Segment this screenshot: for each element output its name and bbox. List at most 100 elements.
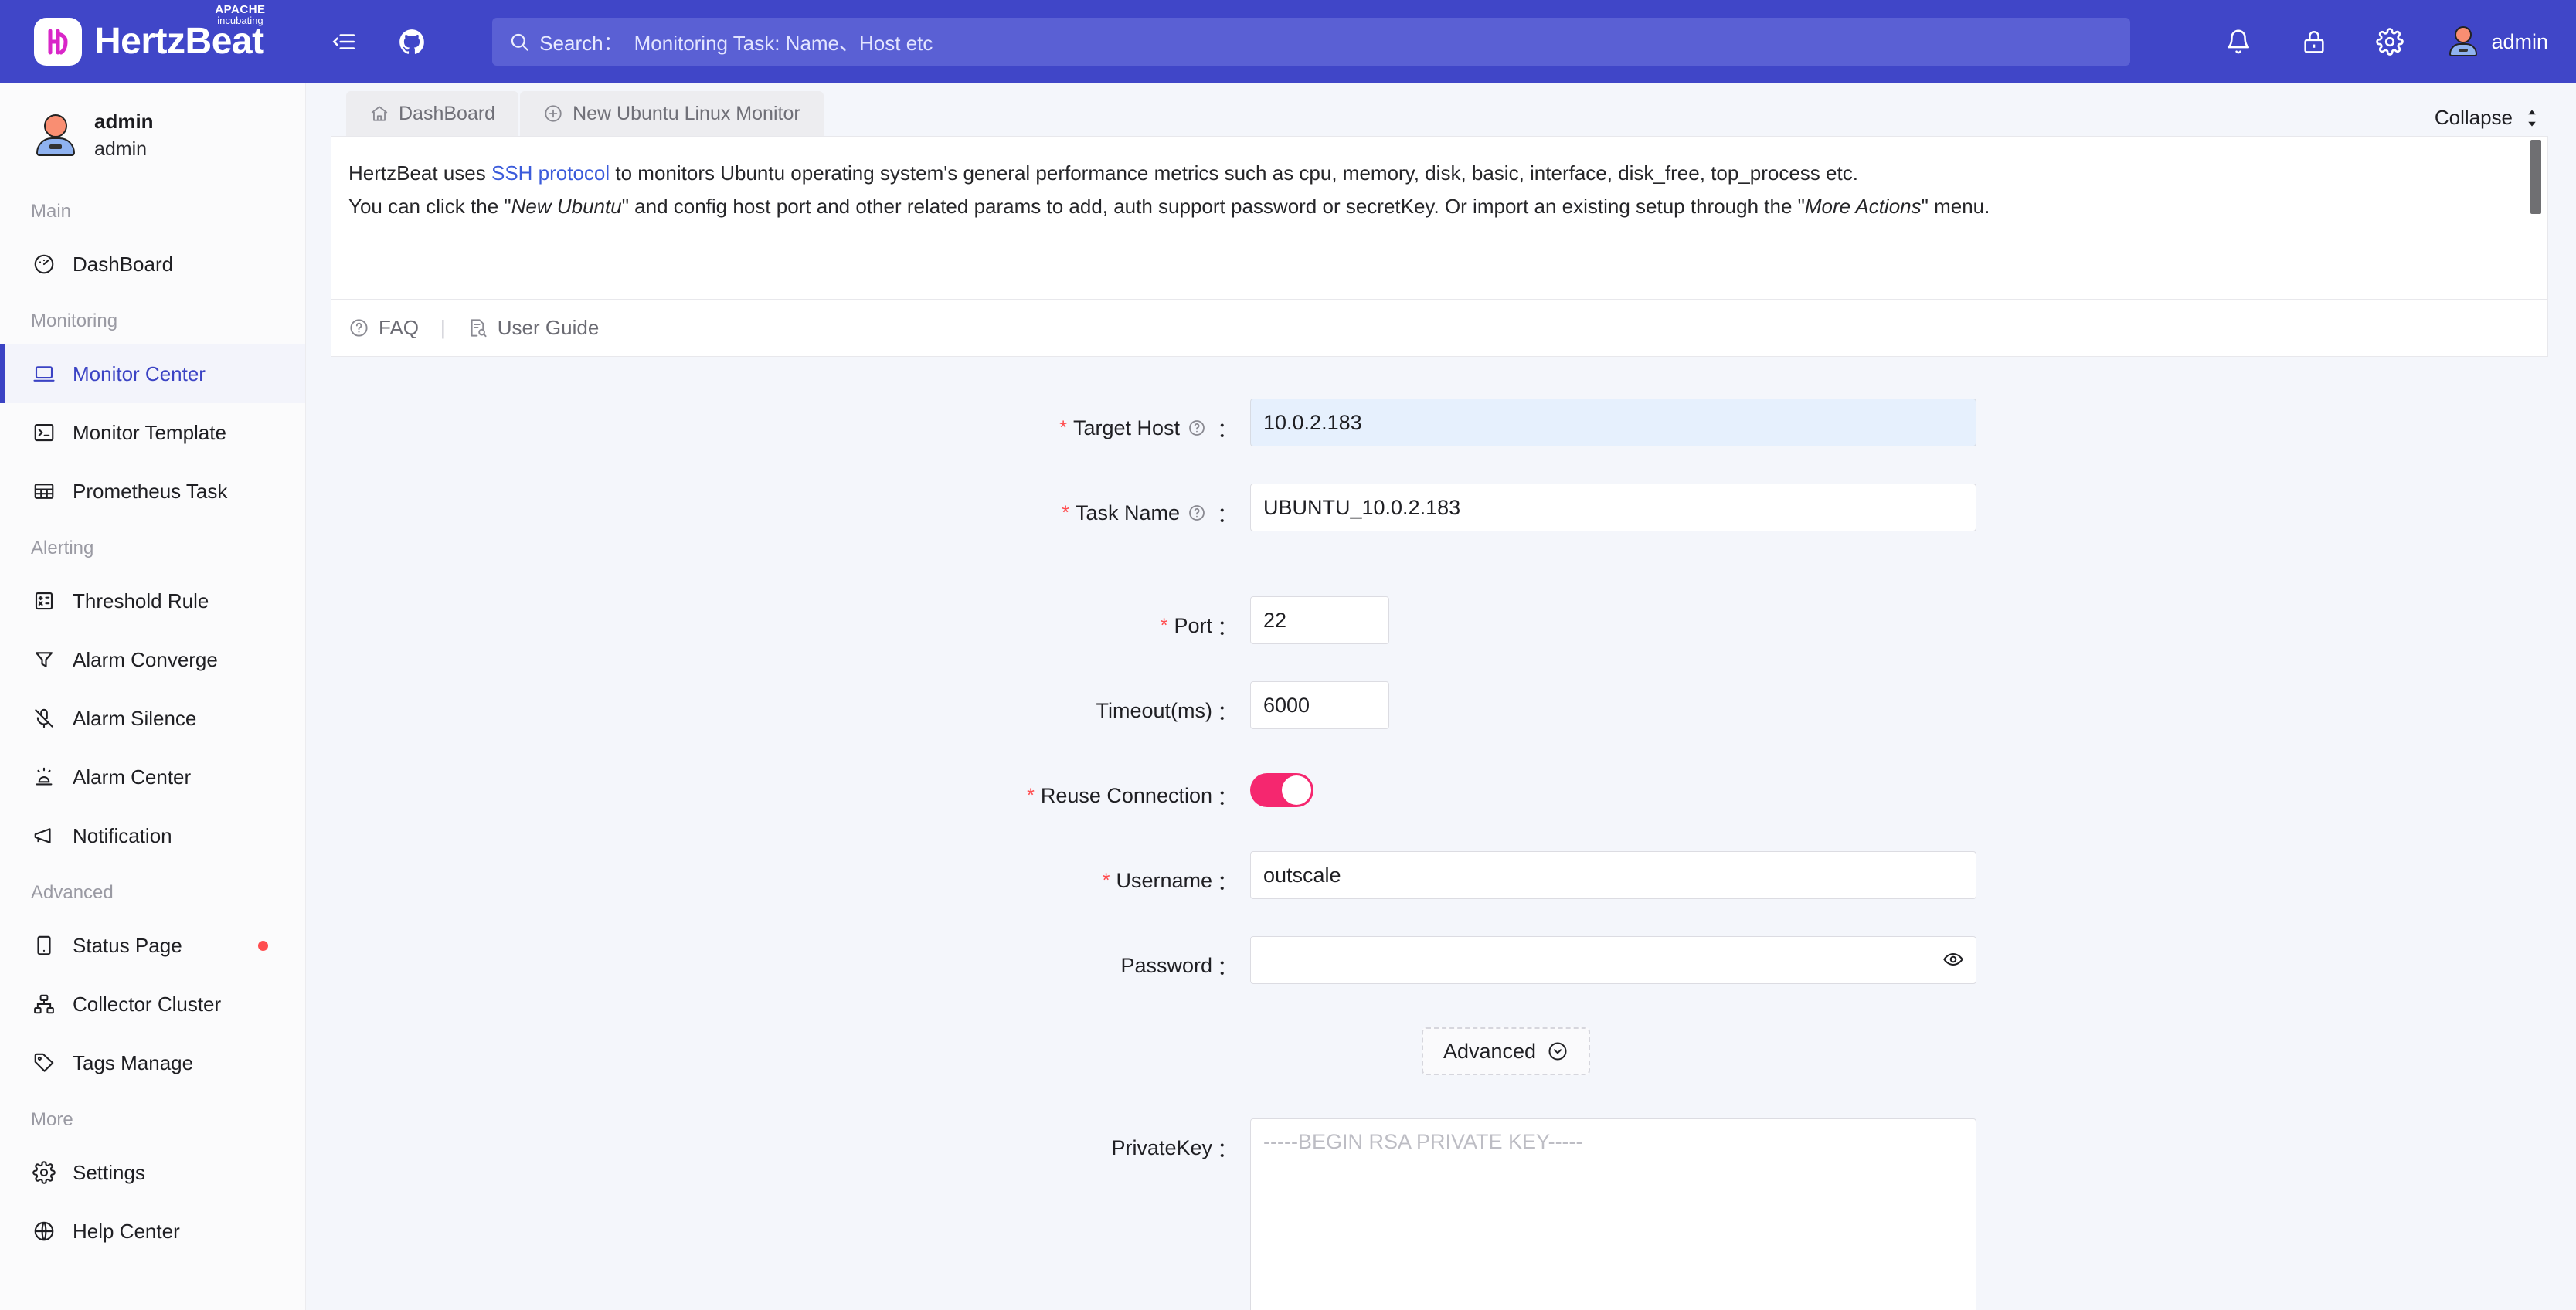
- tab-new-ubuntu-linux-monitor[interactable]: New Ubuntu Linux Monitor: [520, 91, 824, 136]
- private-key-label: PrivateKey ：: [306, 1118, 1250, 1166]
- brand-logo-area[interactable]: HertzBeat APACHE incubating: [0, 0, 306, 83]
- tab-dashboard[interactable]: DashBoard: [346, 91, 518, 136]
- sidebar-item-notification[interactable]: Notification: [0, 806, 305, 865]
- main-content: DashBoard New Ubuntu Linux Monitor Colla…: [306, 83, 2576, 1310]
- sidebar-profile[interactable]: admin admin: [0, 83, 305, 184]
- field-label-text: Username: [1116, 869, 1212, 893]
- updown-caret-icon: [2523, 108, 2540, 128]
- lock-icon[interactable]: [2290, 18, 2338, 66]
- sidebar-item-help-center[interactable]: Help Center: [0, 1202, 305, 1261]
- field-colon: ：: [1217, 696, 1238, 726]
- menu-collapse-icon[interactable]: [320, 18, 368, 66]
- field-colon: ：: [1217, 866, 1238, 896]
- field-colon: ：: [1217, 611, 1238, 641]
- tab-label: DashBoard: [399, 103, 495, 125]
- sidebar-item-prometheus-task[interactable]: Prometheus Task: [0, 462, 305, 521]
- field-label-text: PrivateKey: [1111, 1136, 1212, 1160]
- sidebar-item-dashboard[interactable]: DashBoard: [0, 235, 305, 294]
- user-guide-label: User Guide: [498, 316, 600, 340]
- gear-icon[interactable]: [2366, 18, 2414, 66]
- sidebar-item-label: Notification: [73, 824, 172, 848]
- search-icon: [509, 32, 530, 53]
- sidebar-item-alarm-converge[interactable]: Alarm Converge: [0, 630, 305, 689]
- cluster-icon: [31, 991, 57, 1017]
- terminal-icon: [31, 419, 57, 446]
- sidebar-item-status-page[interactable]: Status Page: [0, 916, 305, 975]
- desc-l2-c: " menu.: [1922, 195, 1990, 218]
- private-key-textarea[interactable]: -----BEGIN RSA PRIVATE KEY-----: [1250, 1118, 1976, 1310]
- sidebar-item-settings[interactable]: Settings: [0, 1143, 305, 1202]
- sidebar-item-alarm-silence[interactable]: Alarm Silence: [0, 689, 305, 748]
- tab-bar: DashBoard New Ubuntu Linux Monitor Colla…: [306, 83, 2576, 136]
- sidebar-profile-name: admin: [94, 110, 154, 133]
- sidebar-item-label: Settings: [73, 1161, 145, 1185]
- question-circle-icon[interactable]: [1188, 504, 1206, 522]
- doc-links-row: FAQ | User Guide: [331, 300, 2548, 357]
- avatar: [34, 114, 77, 158]
- user-menu[interactable]: admin: [2448, 26, 2548, 57]
- field-colon: ：: [1217, 781, 1238, 811]
- dashboard-icon: [31, 251, 57, 277]
- advanced-button[interactable]: Advanced: [1422, 1027, 1590, 1075]
- user-guide-link[interactable]: User Guide: [467, 316, 600, 340]
- field-colon: ：: [1217, 951, 1238, 981]
- required-mark: *: [1059, 419, 1067, 438]
- sidebar-item-monitor-template[interactable]: Monitor Template: [0, 403, 305, 462]
- sidebar-item-collector-cluster[interactable]: Collector Cluster: [0, 975, 305, 1033]
- advanced-label: Advanced: [1443, 1040, 1536, 1064]
- field-reuse-connection: * Reuse Connection ：: [306, 766, 2576, 814]
- links-separator: |: [440, 316, 446, 340]
- field-port: * Port ： 22: [306, 596, 2576, 644]
- sidebar-group-monitoring: Monitoring: [0, 294, 305, 344]
- collapse-label: Collapse: [2435, 106, 2513, 130]
- eye-icon[interactable]: [1942, 949, 1964, 970]
- field-task-name: * Task Name ： UBUNTU_10.0.2.183: [306, 484, 2576, 531]
- description-scrollbar-thumb[interactable]: [2530, 140, 2541, 214]
- sidebar-item-label: Collector Cluster: [73, 993, 221, 1016]
- sidebar-item-threshold-rule[interactable]: Threshold Rule: [0, 572, 305, 630]
- reuse-connection-label: * Reuse Connection ：: [306, 766, 1250, 814]
- description-line-1: HertzBeat uses SSH protocol to monitors …: [348, 157, 2503, 190]
- sidebar-item-alarm-center[interactable]: Alarm Center: [0, 748, 305, 806]
- port-input[interactable]: 22: [1250, 596, 1389, 644]
- sidebar-profile-names: admin admin: [94, 110, 154, 162]
- target-host-input[interactable]: 10.0.2.183: [1250, 399, 1976, 446]
- avatar: [2448, 26, 2479, 57]
- sidebar-item-label: Help Center: [73, 1220, 180, 1244]
- desc-l2-a: You can click the ": [348, 195, 511, 218]
- desc-l2-em2: More Actions: [1805, 195, 1922, 218]
- brand-text: HertzBeat APACHE incubating: [94, 22, 264, 62]
- required-mark: *: [1062, 504, 1069, 523]
- advanced-row: Advanced: [306, 1027, 2576, 1075]
- brand-apache-line1: APACHE: [215, 5, 265, 15]
- password-input[interactable]: [1250, 936, 1976, 984]
- search-input[interactable]: Search： Monitoring Task: Name、Host etc: [492, 18, 2130, 66]
- sidebar-item-tags-manage[interactable]: Tags Manage: [0, 1033, 305, 1092]
- description-text: HertzBeat uses SSH protocol to monitors …: [331, 137, 2547, 223]
- sidebar-group-main: Main: [0, 184, 305, 235]
- sidebar-item-monitor-center[interactable]: Monitor Center: [0, 344, 305, 403]
- field-username: * Username ： outscale: [306, 851, 2576, 899]
- home-icon: [369, 104, 389, 124]
- target-host-label: * Target Host ：: [306, 399, 1250, 446]
- user-name: admin: [2491, 30, 2548, 54]
- field-timeout: Timeout(ms) ： 6000: [306, 681, 2576, 729]
- search-area: Search： Monitoring Task: Name、Host etc: [436, 18, 2187, 66]
- question-circle-icon[interactable]: [1188, 419, 1206, 437]
- ssh-protocol-link[interactable]: SSH protocol: [491, 161, 610, 185]
- collapse-control[interactable]: Collapse: [2435, 106, 2540, 130]
- github-icon[interactable]: [388, 18, 436, 66]
- megaphone-icon: [31, 823, 57, 849]
- reuse-connection-toggle[interactable]: [1250, 773, 1313, 807]
- bell-icon[interactable]: [2214, 18, 2262, 66]
- sidebar-item-label: Status Page: [73, 934, 182, 958]
- sidebar-item-label: Threshold Rule: [73, 589, 209, 613]
- calculator-icon: [31, 588, 57, 614]
- timeout-input[interactable]: 6000: [1250, 681, 1389, 729]
- task-name-input[interactable]: UBUNTU_10.0.2.183: [1250, 484, 1976, 531]
- task-name-label: * Task Name ：: [306, 484, 1250, 531]
- doc-search-icon: [467, 317, 488, 338]
- username-input[interactable]: outscale: [1250, 851, 1976, 899]
- faq-link[interactable]: FAQ: [348, 316, 419, 340]
- mobile-icon: [31, 932, 57, 959]
